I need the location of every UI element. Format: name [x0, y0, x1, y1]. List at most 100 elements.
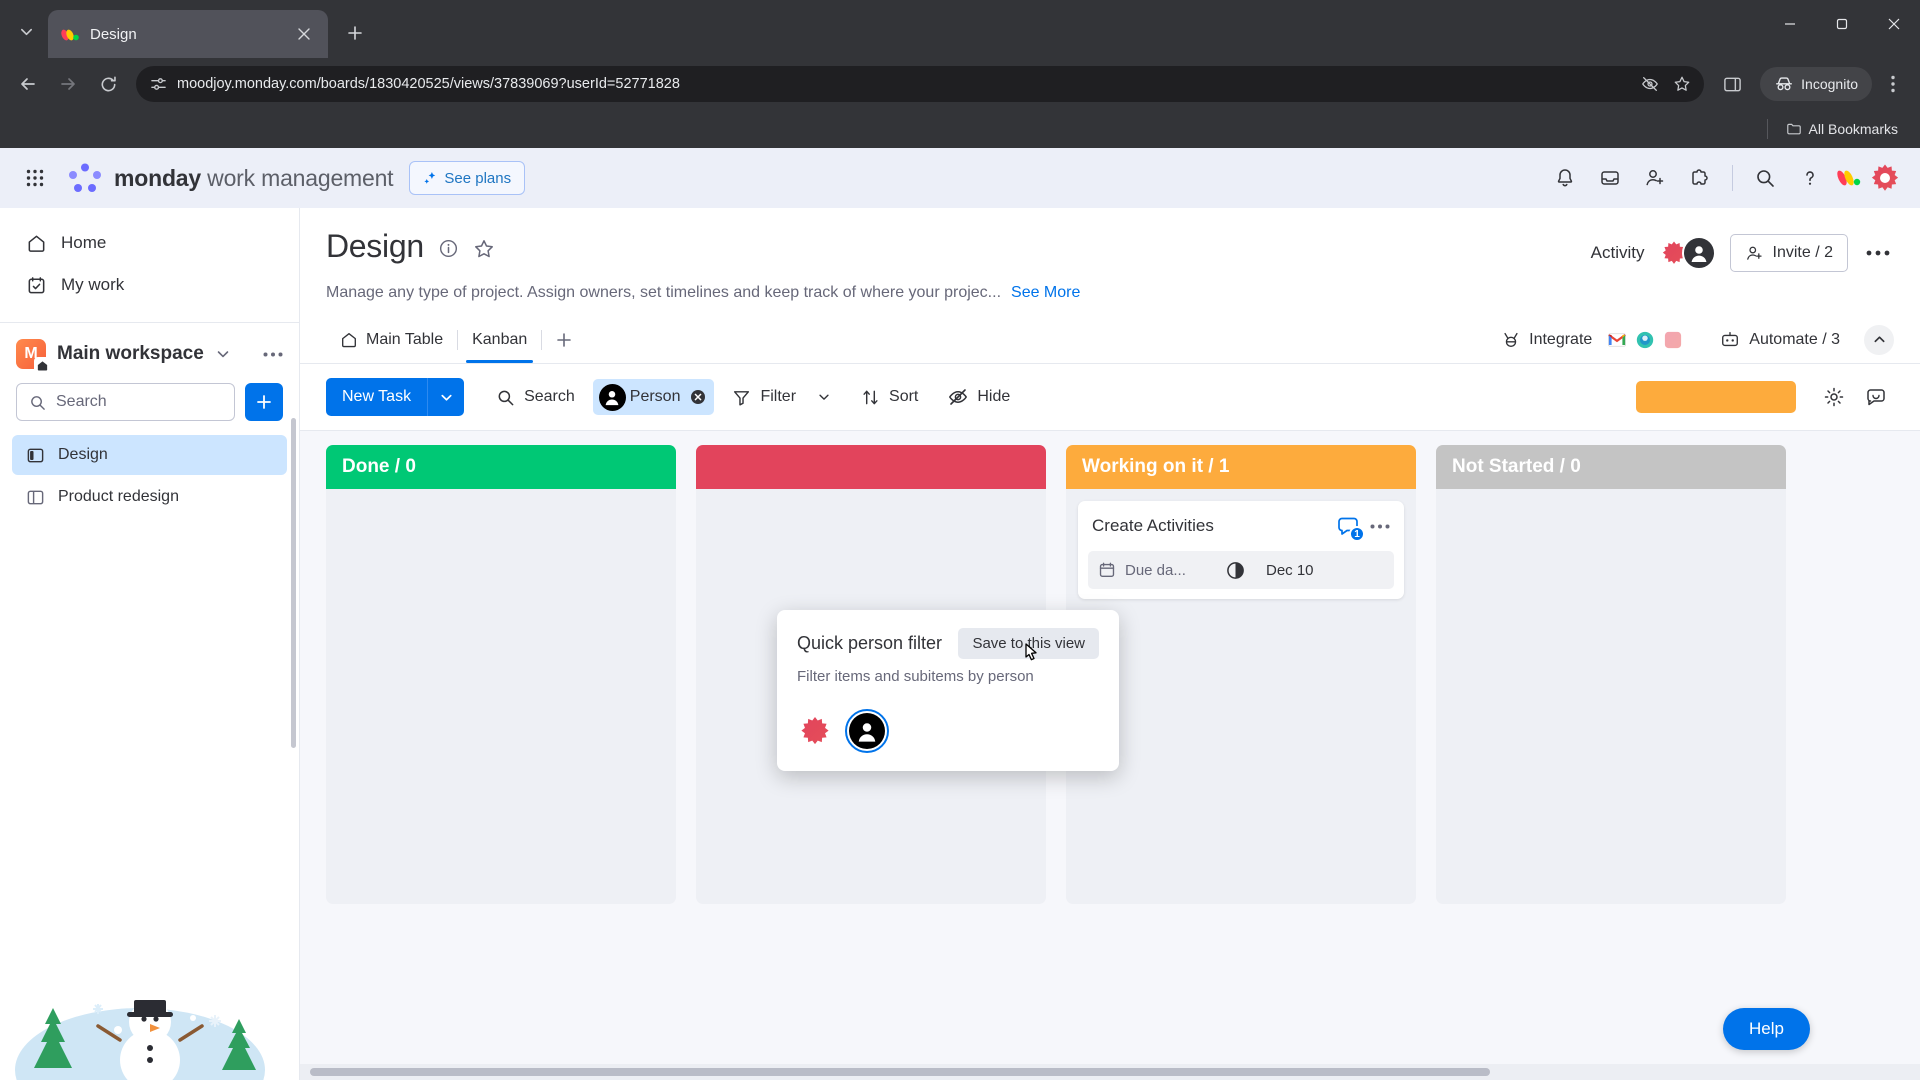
automate-button[interactable]: Automate / 3: [1708, 330, 1852, 350]
new-task-button[interactable]: New Task: [326, 378, 465, 416]
board-icon: [26, 488, 45, 507]
tab-title: Design: [90, 25, 137, 43]
tab-label: Kanban: [472, 330, 528, 348]
integrate-button[interactable]: Integrate: [1491, 327, 1696, 353]
forward-button[interactable]: [50, 66, 86, 102]
kanban-column-body[interactable]: [1436, 489, 1786, 904]
site-settings-icon[interactable]: [150, 76, 167, 93]
sort-label: Sort: [889, 388, 919, 405]
browser-menu-button[interactable]: [1876, 67, 1910, 101]
clear-person-filter-icon[interactable]: [690, 389, 706, 405]
new-tab-button[interactable]: [336, 14, 374, 52]
workspace-selector[interactable]: M Main workspace: [0, 323, 299, 379]
sort-button[interactable]: Sort: [849, 379, 930, 415]
chevron-down-icon[interactable]: [215, 346, 231, 362]
person-avatar-default[interactable]: [845, 709, 889, 753]
add-board-button[interactable]: [245, 383, 283, 421]
kanban-column-header[interactable]: Working on it / 1: [1066, 445, 1416, 489]
bookmarks-bar: All Bookmarks: [0, 110, 1920, 148]
monday-product-icon[interactable]: [1835, 164, 1863, 192]
page-title: Design: [326, 228, 424, 264]
orange-highlight-bar[interactable]: [1636, 381, 1796, 413]
maximize-button[interactable]: [1816, 0, 1868, 48]
hide-button[interactable]: Hide: [936, 379, 1022, 415]
sparkle-icon: [424, 171, 436, 184]
slack-icon[interactable]: [1660, 327, 1686, 353]
window-controls: [1764, 0, 1920, 48]
sidebar: Home My work M Main workspace Search Des…: [0, 208, 300, 1080]
comments-icon[interactable]: 1: [1336, 514, 1365, 542]
search-icon[interactable]: [1745, 158, 1785, 198]
kanban-card[interactable]: Create Activities 1 Due da... Dec 10: [1078, 501, 1404, 599]
kanban-column-body[interactable]: [326, 489, 676, 904]
invite-button[interactable]: Invite / 2: [1729, 234, 1848, 272]
app-body: Home My work M Main workspace Search Des…: [0, 208, 1920, 1080]
incognito-indicator[interactable]: Incognito: [1760, 67, 1872, 101]
popup-title: Quick person filter: [797, 633, 943, 653]
monday-brand[interactable]: monday work management: [68, 163, 394, 193]
bookmarks-divider: [1766, 119, 1768, 139]
back-button[interactable]: [10, 66, 46, 102]
board-more-button[interactable]: [1862, 250, 1894, 256]
favorite-star-icon[interactable]: [473, 238, 495, 260]
user-avatar[interactable]: [1868, 161, 1902, 195]
tab-main-table[interactable]: Main Table: [326, 316, 457, 363]
apps-puzzle-icon[interactable]: [1680, 158, 1720, 198]
see-more-link[interactable]: See More: [1011, 284, 1080, 302]
person-filter-button[interactable]: Person: [592, 379, 715, 415]
all-bookmarks-button[interactable]: All Bookmarks: [1778, 117, 1906, 141]
kanban-card-more-button[interactable]: [1370, 524, 1390, 529]
all-bookmarks-label: All Bookmarks: [1808, 121, 1898, 137]
gmail-icon[interactable]: [1604, 327, 1630, 353]
see-plans-label: See plans: [444, 169, 512, 187]
comment-count-badge: 1: [1349, 526, 1365, 542]
save-to-this-view-button[interactable]: Save to this view: [958, 628, 1099, 659]
bell-icon[interactable]: [1545, 158, 1585, 198]
apps-grid-icon[interactable]: [18, 161, 52, 195]
tab-search-button[interactable]: [4, 9, 48, 53]
filter-button[interactable]: Filter: [720, 379, 843, 415]
person-avatar-rainbow[interactable]: [797, 713, 833, 749]
tracking-protection-icon[interactable]: [1636, 70, 1664, 98]
see-plans-button[interactable]: See plans: [409, 161, 526, 195]
bookmark-star-icon[interactable]: [1668, 70, 1696, 98]
add-view-button[interactable]: [542, 332, 586, 348]
sidebar-item-my-work[interactable]: My work: [12, 264, 287, 306]
horizontal-scrollbar[interactable]: [300, 1064, 1920, 1080]
sidebar-board-product-redesign[interactable]: Product redesign: [12, 477, 287, 517]
kanban-column-header[interactable]: Done / 0: [326, 445, 676, 489]
incognito-label: Incognito: [1801, 76, 1858, 92]
kanban-card-field[interactable]: Due da... Dec 10: [1088, 551, 1394, 589]
search-input[interactable]: Search: [16, 383, 235, 421]
kanban-column-header[interactable]: Stuck / 0: [696, 445, 1046, 489]
chevron-down-icon[interactable]: [428, 390, 464, 405]
close-window-button[interactable]: [1868, 0, 1920, 48]
side-panel-icon[interactable]: [1714, 66, 1750, 102]
collapse-header-button[interactable]: [1864, 324, 1894, 355]
help-icon[interactable]: [1790, 158, 1830, 198]
inbox-icon[interactable]: [1590, 158, 1630, 198]
workspace-more-button[interactable]: [263, 352, 283, 357]
tab-kanban[interactable]: Kanban: [458, 316, 541, 363]
sidebar-board-design[interactable]: Design: [12, 435, 287, 475]
sidebar-item-home[interactable]: Home: [12, 222, 287, 264]
invite-member-icon[interactable]: [1635, 158, 1675, 198]
outlook-icon[interactable]: [1632, 327, 1658, 353]
search-button[interactable]: Search: [484, 379, 587, 415]
activity-avatars[interactable]: [1659, 236, 1716, 270]
address-bar[interactable]: moodjoy.monday.com/boards/1830420525/vie…: [136, 66, 1705, 102]
minimize-button[interactable]: [1764, 0, 1816, 48]
tab-close-icon[interactable]: [292, 22, 316, 46]
board-description-row: Manage any type of project. Assign owner…: [326, 284, 1894, 302]
feedback-icon[interactable]: [1858, 379, 1894, 415]
browser-tab[interactable]: Design: [48, 10, 328, 58]
kanban-column-header[interactable]: Not Started / 0: [1436, 445, 1786, 489]
board-info-icon[interactable]: [438, 238, 459, 259]
help-button[interactable]: Help: [1723, 1008, 1810, 1050]
kanban-card-field-label: Due da...: [1125, 561, 1186, 579]
reload-button[interactable]: [90, 66, 126, 102]
gear-icon[interactable]: [1816, 379, 1852, 415]
sidebar-scrollbar[interactable]: [291, 418, 296, 748]
chevron-down-icon[interactable]: [817, 390, 831, 404]
horizontal-scrollbar-thumb[interactable]: [310, 1068, 1490, 1076]
